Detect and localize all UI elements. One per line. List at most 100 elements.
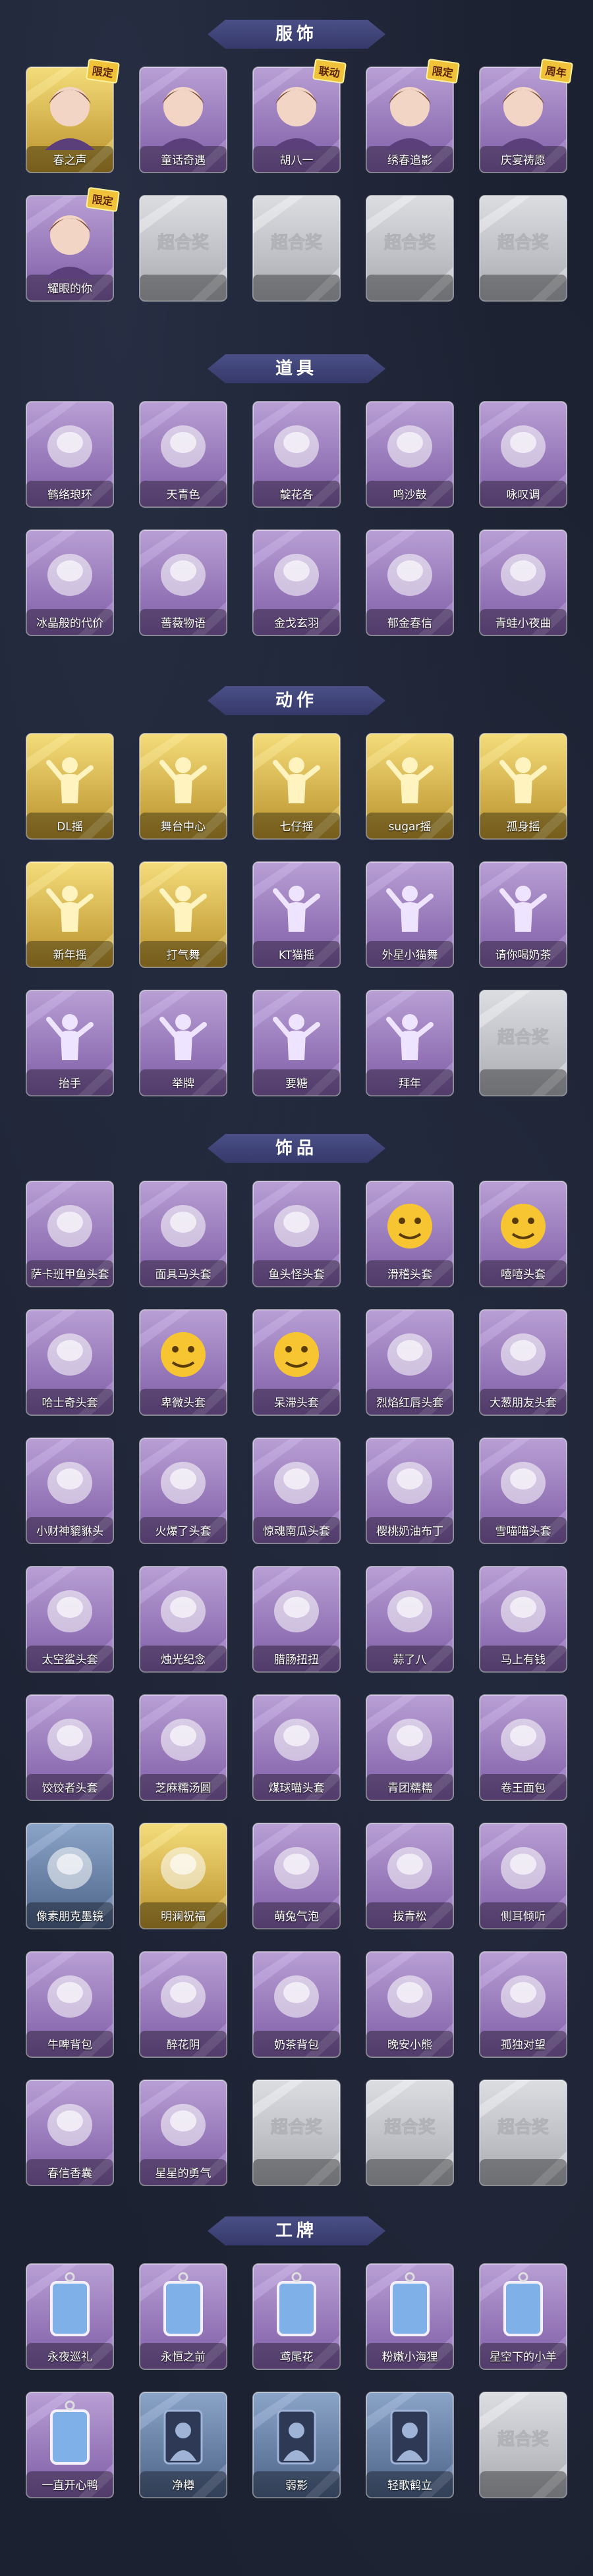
reward-item[interactable]: 请你喝奶茶: [478, 861, 568, 969]
reward-item[interactable]: 庆宴祷愿 周年: [478, 58, 573, 174]
reward-item[interactable]: 天青色: [138, 400, 228, 508]
reward-item[interactable]: 像素朋克墨镜: [25, 1822, 115, 1930]
reward-item[interactable]: 牛啤背包: [25, 1950, 115, 2058]
item-label: 永恒之前: [161, 2351, 206, 2364]
reward-item[interactable]: 抬手: [25, 989, 115, 1097]
watermark-text: 超合奖: [157, 232, 210, 253]
reward-item[interactable]: 拜年: [365, 989, 455, 1097]
reward-item[interactable]: 永夜巡礼: [25, 2263, 115, 2371]
empty-reward-slot[interactable]: 超合奖超合奖: [478, 989, 568, 1097]
reward-item[interactable]: 一直开心鸭: [25, 2391, 115, 2499]
empty-reward-slot[interactable]: 超合奖超合奖: [252, 194, 341, 302]
reward-item[interactable]: 鱼头怪头套: [252, 1180, 341, 1288]
reward-item[interactable]: sugar摇: [365, 732, 455, 840]
reward-item[interactable]: 呆滞头套: [252, 1308, 341, 1416]
reward-item[interactable]: DL摇: [25, 732, 115, 840]
reward-item[interactable]: 侧耳倾听: [478, 1822, 568, 1930]
reward-item[interactable]: 太空鲨头套: [25, 1565, 115, 1673]
reward-item[interactable]: 煤球喵头套: [252, 1694, 341, 1802]
item-label: 雪喵喵头套: [495, 1525, 551, 1538]
reward-item[interactable]: 樱桃奶油布丁: [365, 1437, 455, 1545]
reward-item[interactable]: 冰晶般的代价: [25, 529, 115, 637]
reward-item[interactable]: 鹤络琅环: [25, 400, 115, 508]
pixel-sunglasses-icon: [47, 1847, 92, 1889]
empty-reward-slot[interactable]: 超合奖超合奖: [252, 2079, 341, 2187]
reward-item[interactable]: 舞台中心: [138, 732, 228, 840]
reward-item[interactable]: 举牌: [138, 989, 228, 1097]
grin-face-icon: [501, 1204, 546, 1248]
reward-item[interactable]: 嘻嘻头套: [478, 1180, 568, 1288]
reward-item[interactable]: 星空下的小羊: [478, 2263, 568, 2371]
reward-item[interactable]: 鸣沙鼓: [365, 400, 455, 508]
reward-item[interactable]: 新年摇: [25, 861, 115, 969]
reward-item[interactable]: 烛光纪念: [138, 1565, 228, 1673]
reward-item[interactable]: 明澜祝福: [138, 1822, 228, 1930]
reward-item[interactable]: 郁金春信: [365, 529, 455, 637]
reward-item[interactable]: 火爆了头套: [138, 1437, 228, 1545]
item-label: 外星小猫舞: [381, 949, 438, 962]
reward-item[interactable]: 惊魂南瓜头套: [252, 1437, 341, 1545]
reward-item[interactable]: 大葱朋友头套: [478, 1308, 568, 1416]
reward-item[interactable]: 外星小猫舞: [365, 861, 455, 969]
reward-item[interactable]: 打气舞: [138, 861, 228, 969]
item-label: 侧耳倾听: [501, 1910, 546, 1923]
reward-item[interactable]: 卷王面包: [478, 1694, 568, 1802]
reward-item[interactable]: 滑稽头套: [365, 1180, 455, 1288]
empty-reward-slot[interactable]: 超合奖超合奖: [478, 194, 568, 302]
hairpin-icon: [161, 1975, 206, 2018]
reward-item[interactable]: 哈士奇头套: [25, 1308, 115, 1416]
reward-item[interactable]: 芝麻糯汤圆: [138, 1694, 228, 1802]
empty-reward-slot[interactable]: 超合奖超合奖: [478, 2079, 568, 2187]
reward-item[interactable]: 七仔摇: [252, 732, 341, 840]
reward-item[interactable]: 蔷薇物语: [138, 529, 228, 637]
reward-item[interactable]: 绣春追影 限定: [365, 58, 460, 174]
husky-icon: [47, 1333, 92, 1376]
reward-item[interactable]: 鸢尾花: [252, 2263, 341, 2371]
reward-item[interactable]: 醉花阴: [138, 1950, 228, 2058]
first-aid-kit-icon: [161, 554, 206, 596]
reward-item[interactable]: 萌兔气泡: [252, 1822, 341, 1930]
reward-item[interactable]: 星星的勇气: [138, 2079, 228, 2187]
reward-item[interactable]: 咏叹调: [478, 400, 568, 508]
reward-item[interactable]: 拔青松: [365, 1822, 455, 1930]
reward-item[interactable]: 春信香囊: [25, 2079, 115, 2187]
reward-item[interactable]: 粉嫩小海狸: [365, 2263, 455, 2371]
reward-item[interactable]: 烈焰红唇头套: [365, 1308, 455, 1416]
reward-item[interactable]: 胡八一 联动: [252, 58, 347, 174]
reward-item[interactable]: 青团糯糯: [365, 1694, 455, 1802]
reward-item[interactable]: 轻歌鹤立: [365, 2391, 455, 2499]
reward-item[interactable]: 金戈玄羽: [252, 529, 341, 637]
reward-item[interactable]: 饺饺者头套: [25, 1694, 115, 1802]
reward-item[interactable]: 春之声 限定: [25, 58, 120, 174]
pudding-icon: [387, 1462, 432, 1504]
reward-item[interactable]: 腊肠扭扭: [252, 1565, 341, 1673]
reward-item[interactable]: 耀眼的你 限定: [25, 186, 120, 302]
empty-reward-slot[interactable]: 超合奖超合奖: [138, 194, 228, 302]
reward-item[interactable]: 晚安小熊: [365, 1950, 455, 2058]
reward-item[interactable]: 奶茶背包: [252, 1950, 341, 2058]
reward-item[interactable]: KT猫摇: [252, 861, 341, 969]
reward-item[interactable]: 萨卡班甲鱼头套: [25, 1180, 115, 1288]
item-label: 樱桃奶油布丁: [376, 1525, 443, 1538]
empty-reward-slot[interactable]: 超合奖超合奖: [365, 2079, 455, 2187]
reward-item[interactable]: 净樽: [138, 2391, 228, 2499]
reward-item[interactable]: 卑微头套: [138, 1308, 228, 1416]
reward-item[interactable]: 孤独对望: [478, 1950, 568, 2058]
reward-item[interactable]: 雪喵喵头套: [478, 1437, 568, 1545]
reward-item[interactable]: 孤身摇: [478, 732, 568, 840]
reward-item[interactable]: 面具马头套: [138, 1180, 228, 1288]
reward-item[interactable]: 童话奇遇: [138, 66, 228, 174]
reward-item[interactable]: 小财神貔貅头: [25, 1437, 115, 1545]
reward-item[interactable]: 要糖: [252, 989, 341, 1097]
empty-reward-slot[interactable]: 超合奖超合奖: [478, 2391, 568, 2499]
reward-item[interactable]: 永恒之前: [138, 2263, 228, 2371]
reward-item[interactable]: 马上有钱: [478, 1565, 568, 1673]
empty-reward-slot[interactable]: 超合奖超合奖: [365, 194, 455, 302]
item-label: 抬手: [59, 1077, 81, 1090]
reward-item[interactable]: 靛花各: [252, 400, 341, 508]
reward-item[interactable]: 蒜了八: [365, 1565, 455, 1673]
reward-item[interactable]: 青蛙小夜曲: [478, 529, 568, 637]
item-label: 胡八一: [279, 154, 314, 167]
reward-item[interactable]: 弱影: [252, 2391, 341, 2499]
ice-flower-icon: [47, 554, 92, 596]
